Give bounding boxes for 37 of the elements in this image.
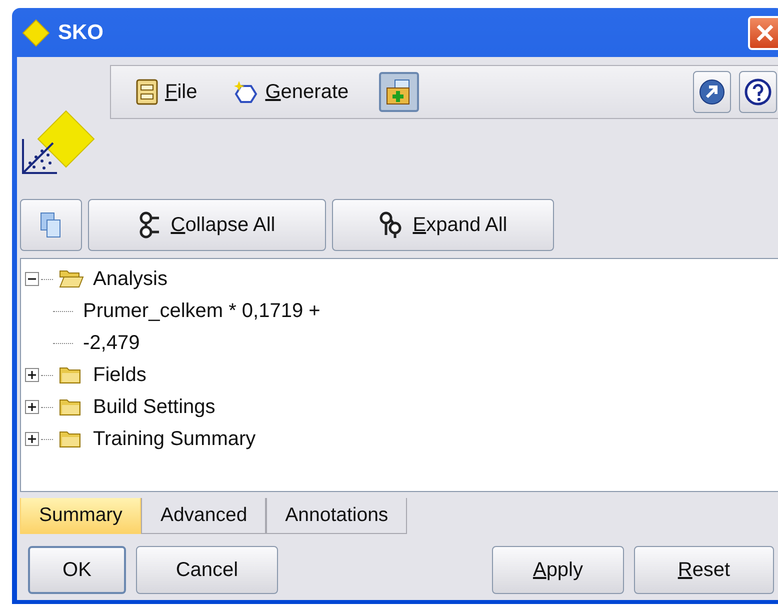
diamond-icon xyxy=(22,18,50,46)
tree-node[interactable]: Fields xyxy=(93,364,146,386)
tree-leaf[interactable]: Prumer_celkem * 0,1719 + xyxy=(83,300,320,322)
window-title: SKO xyxy=(58,20,105,44)
tree-leaf[interactable]: -2,479 xyxy=(83,332,140,354)
plus-icon xyxy=(27,434,37,444)
expand-nodes-icon xyxy=(378,211,403,239)
plus-icon xyxy=(27,370,37,380)
arrow-button[interactable] xyxy=(693,71,731,113)
dialog-button[interactable]: Cancel xyxy=(136,546,278,594)
menu-item[interactable]: File xyxy=(129,75,204,109)
tab[interactable]: Summary xyxy=(20,498,142,534)
collapse-toggle[interactable] xyxy=(25,272,39,286)
tree-node[interactable]: Analysis xyxy=(93,268,168,290)
collapse-all-button[interactable]: Collapse All xyxy=(88,199,326,251)
preview-button[interactable] xyxy=(378,72,419,112)
expand-toggle[interactable] xyxy=(25,432,39,446)
copy-button[interactable] xyxy=(20,199,82,251)
dialog-button[interactable]: OK xyxy=(28,546,126,594)
dialog-button[interactable]: Reset xyxy=(634,546,774,594)
close-button[interactable] xyxy=(748,16,778,50)
tree-node[interactable]: Training Summary xyxy=(93,428,256,450)
plus-icon xyxy=(27,402,37,412)
folder-icon xyxy=(59,268,85,290)
tree-node[interactable]: Build Settings xyxy=(93,396,216,418)
file-cabinet-icon xyxy=(135,79,159,105)
collapse-nodes-icon xyxy=(138,211,161,239)
menu-item[interactable]: Generate xyxy=(227,76,355,108)
help-button[interactable] xyxy=(739,71,777,113)
sparkle-hexagon-icon xyxy=(233,80,260,104)
expand-toggle[interactable] xyxy=(25,400,39,414)
dialog-button[interactable]: Apply xyxy=(492,546,624,594)
copy-icon xyxy=(39,211,63,239)
expand-toggle[interactable] xyxy=(25,368,39,382)
tab[interactable]: Annotations xyxy=(266,498,408,534)
expand-all-button[interactable]: Expand All xyxy=(332,199,554,251)
tab[interactable]: Advanced xyxy=(141,498,266,534)
